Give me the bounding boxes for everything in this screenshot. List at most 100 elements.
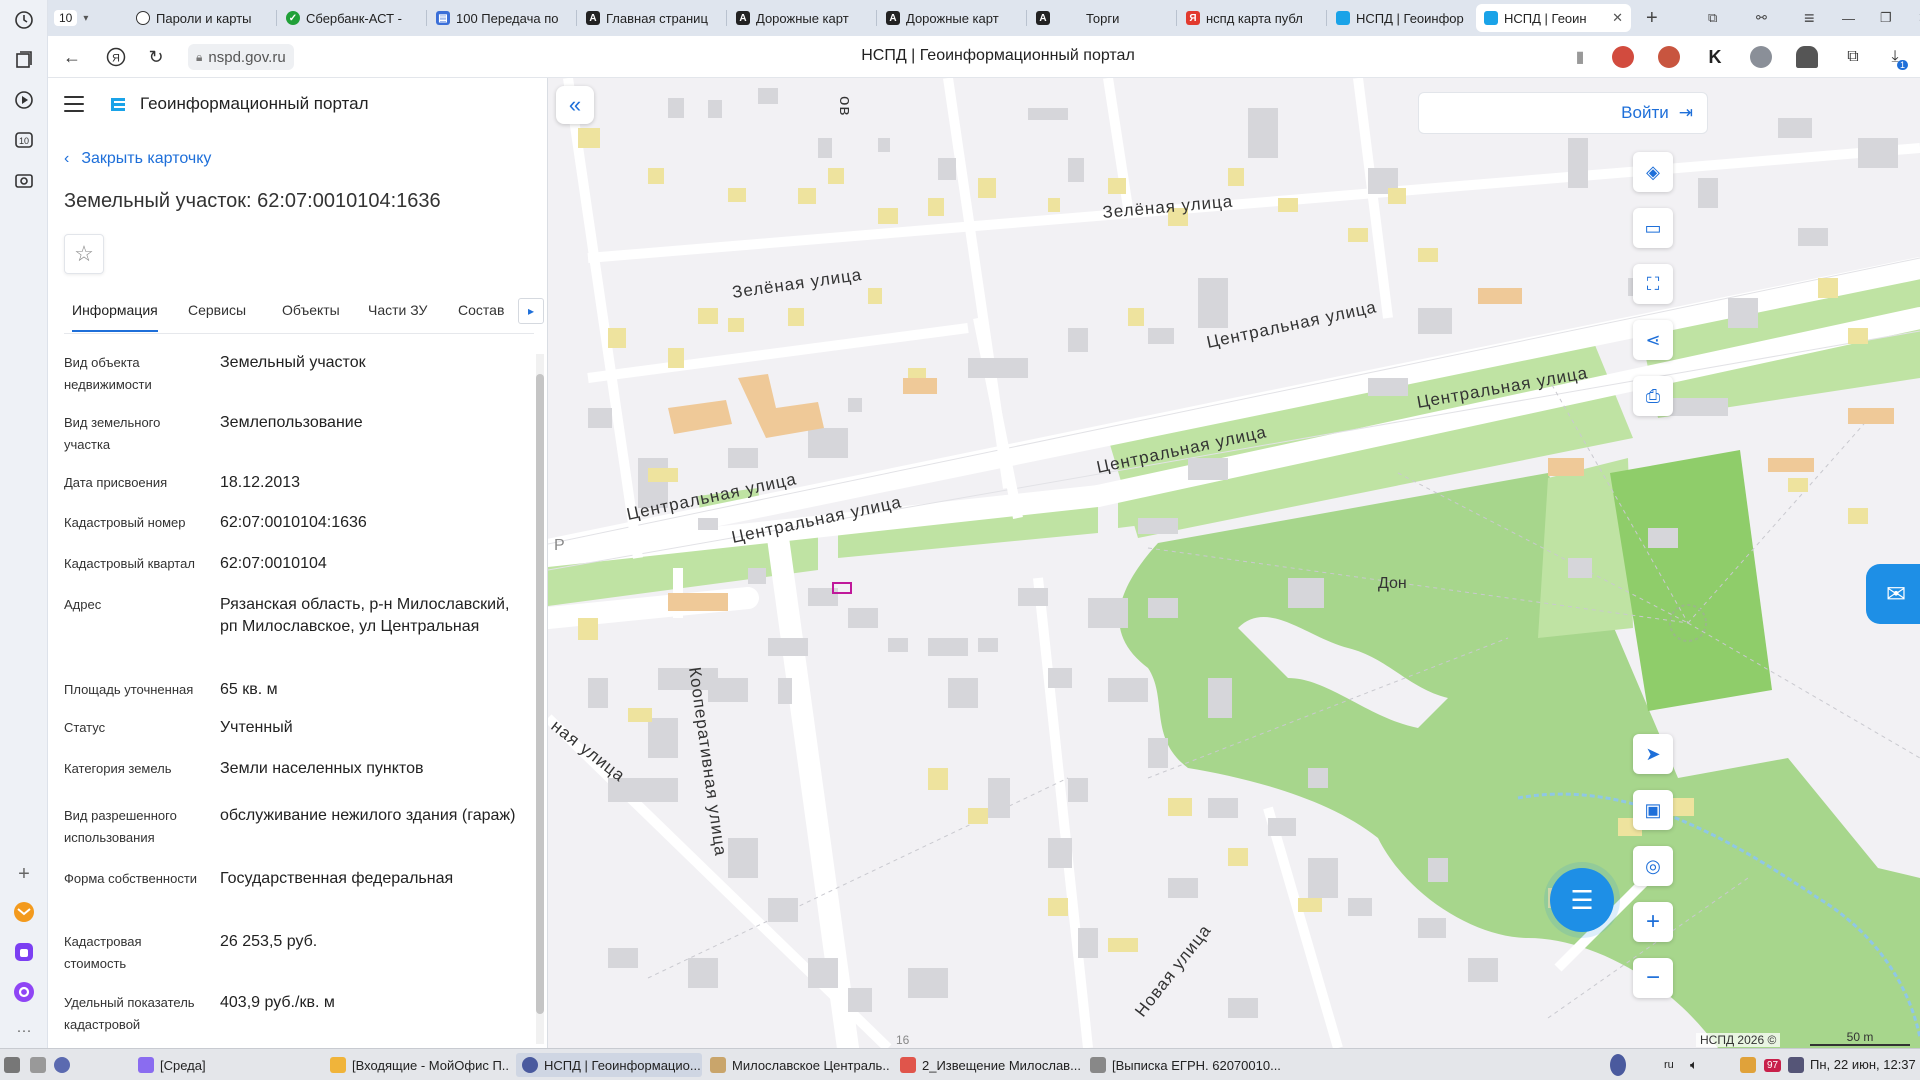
new-tab-button[interactable]: + [1638, 4, 1666, 32]
print-icon[interactable]: ⎙ [1633, 376, 1673, 416]
attribute-row: Удельный показатель кадастровой стоимост… [64, 992, 524, 1044]
favorite-star-icon[interactable]: ☆ [64, 234, 104, 274]
taskbar-item[interactable]: [Среда] [138, 1053, 318, 1077]
attribute-label: Кадастровый номер [64, 515, 186, 530]
browser-launcher-icon[interactable] [54, 1053, 70, 1077]
browser-tab[interactable]: НСПД | Геоинфор [1328, 4, 1473, 32]
bookmarks-icon[interactable]: ⧉ [1700, 4, 1728, 32]
layers-icon[interactable]: ◈ [1633, 152, 1673, 192]
taskbar-item[interactable]: [Выписка ЕГРН. 62070010... [1090, 1053, 1280, 1077]
start-menu-icon[interactable] [4, 1053, 20, 1077]
feedback-chat-icon[interactable]: ✉ [1866, 564, 1920, 624]
extension-icon[interactable] [1796, 46, 1818, 68]
close-card-link[interactable]: ‹ Закрыть карточку [64, 150, 211, 168]
extension-icon[interactable] [1658, 46, 1680, 68]
chat-icon[interactable]: ☰ [1550, 868, 1614, 932]
taskbar-item-label: 2_Извещение Милослав... [922, 1057, 1080, 1073]
bookmark-icon[interactable]: ▮ [1568, 45, 1592, 69]
yandex-icon: Я [1186, 11, 1200, 25]
chevron-down-icon: ▾ [83, 12, 89, 24]
share-icon[interactable]: ⋖ [1633, 320, 1673, 360]
extensions-icon[interactable]: ⧉ [1842, 46, 1864, 68]
portal-logo-icon [108, 94, 128, 114]
extension-icon[interactable] [1750, 46, 1772, 68]
taskbar-item-label: [Среда] [160, 1057, 206, 1073]
screenshot-icon[interactable] [12, 168, 36, 192]
close-tab-icon[interactable]: ✕ [1612, 10, 1623, 26]
collections-icon[interactable] [12, 48, 36, 72]
url-field[interactable]: 🔒︎ nspd.gov.ru [188, 44, 294, 70]
collapse-panel-icon[interactable]: « [556, 86, 594, 124]
menu-icon[interactable]: ≡ [1796, 4, 1824, 32]
taskbar-item-active[interactable]: НСПД | Геоинформацио... [516, 1053, 702, 1077]
tab-label: Главная страниц [606, 10, 708, 26]
tabs-next-icon[interactable]: ▸ [518, 298, 544, 324]
attribute-value: обслуживание нежилого здания (гараж) [220, 807, 516, 824]
browser-tab[interactable]: ▤ 100 Передача по [428, 4, 573, 32]
attribute-value: 18.12.2013 [220, 474, 301, 491]
hamburger-menu-icon[interactable] [64, 96, 84, 112]
browser-tab-active[interactable]: НСПД | Геоин ✕ [1476, 4, 1631, 32]
restore-icon[interactable]: ❐ [1872, 4, 1900, 32]
browser-tab[interactable]: ✓ Сбербанк-АСТ - [278, 4, 423, 32]
yandex-tray-icon[interactable] [1610, 1053, 1626, 1077]
minimap-icon[interactable]: ▣ [1633, 790, 1673, 830]
zoom-out-icon[interactable]: − [1633, 958, 1673, 998]
ruler-icon[interactable]: ▭ [1633, 208, 1673, 248]
more-apps-icon[interactable]: ··· [12, 1018, 36, 1042]
browser-tab[interactable]: A Торги [1028, 4, 1173, 32]
tray-badge[interactable]: 97 [1764, 1053, 1782, 1077]
extension-icon[interactable] [1612, 46, 1634, 68]
yandex-home-icon[interactable]: Я [104, 45, 128, 69]
downloads-panel-icon[interactable]: ⚯ [1748, 4, 1776, 32]
tab-counter-button[interactable]: 10 ▾ [48, 4, 104, 32]
language-indicator[interactable]: ru [1664, 1053, 1674, 1077]
map-canvas[interactable]: Зелёная улица Зелёная улица Центральная … [548, 78, 1920, 1048]
browser-tab[interactable]: A Дорожные карт [878, 4, 1023, 32]
tray-icon[interactable] [1740, 1053, 1756, 1077]
attribute-value: Учтенный [220, 719, 293, 736]
street-label-ov: ов [836, 96, 855, 117]
market-app-icon[interactable] [12, 940, 36, 964]
close-window-icon[interactable]: ✕ [1910, 4, 1920, 32]
taskbar-item[interactable]: 2_Извещение Милослав... [900, 1053, 1080, 1077]
minimize-icon[interactable]: — [1834, 4, 1862, 32]
login-button[interactable]: Войти ⇥ [1418, 92, 1708, 134]
reload-icon[interactable]: ↻ [144, 45, 168, 69]
tab-objects[interactable]: Объекты [282, 302, 340, 318]
search-location-icon[interactable]: ◎ [1633, 846, 1673, 886]
street-label-zelenaya: Зелёная улица [731, 265, 863, 302]
back-icon[interactable]: ← [60, 45, 84, 69]
tab-label: НСПД | Геоин [1504, 10, 1587, 26]
alice-app-icon[interactable] [12, 980, 36, 1004]
extension-k-icon[interactable]: K [1704, 46, 1726, 68]
browser-tab[interactable]: Я нспд карта публ [1178, 4, 1323, 32]
geolocation-icon[interactable]: ➤ [1633, 734, 1673, 774]
download-icon[interactable]: ⤓ 1 [1884, 46, 1908, 70]
volume-icon[interactable]: 🔈︎ [1690, 1053, 1698, 1077]
taskbar-item[interactable]: [Входящие - МойОфис П... [330, 1053, 510, 1077]
area-select-icon[interactable]: ⛶ [1633, 264, 1673, 304]
add-panel-icon[interactable]: + [12, 862, 36, 886]
video-icon[interactable] [12, 88, 36, 112]
attribute-label: Адрес [64, 597, 102, 612]
street-label-tsentralnaya-4: Центральная улица [1205, 297, 1379, 352]
stadium-label: Дон [1378, 575, 1407, 592]
browser-tab[interactable]: Пароли и карты [128, 4, 273, 32]
attribute-value: Земельный участок [220, 354, 366, 371]
mail-app-icon[interactable] [12, 900, 36, 924]
tray-icon[interactable] [1788, 1053, 1804, 1077]
tab-parts[interactable]: Части ЗУ [368, 302, 427, 318]
tab-services[interactable]: Сервисы [188, 302, 246, 318]
tab-composition[interactable]: Состав [458, 302, 504, 318]
taskbar-item[interactable]: Милославское Централь... [710, 1053, 890, 1077]
desktop-icon[interactable] [30, 1053, 46, 1077]
street-label-novaya: Новая улица [1131, 921, 1215, 1021]
panel-scrollbar[interactable] [536, 354, 544, 1044]
history-icon[interactable] [12, 8, 36, 32]
browser-tab[interactable]: A Главная страниц [578, 4, 723, 32]
browser-tab[interactable]: A Дорожные карт [728, 4, 873, 32]
zoom-in-icon[interactable]: + [1633, 902, 1673, 942]
tab-information[interactable]: Информация [72, 302, 158, 332]
tab-count-icon[interactable]: 10 [12, 128, 36, 152]
